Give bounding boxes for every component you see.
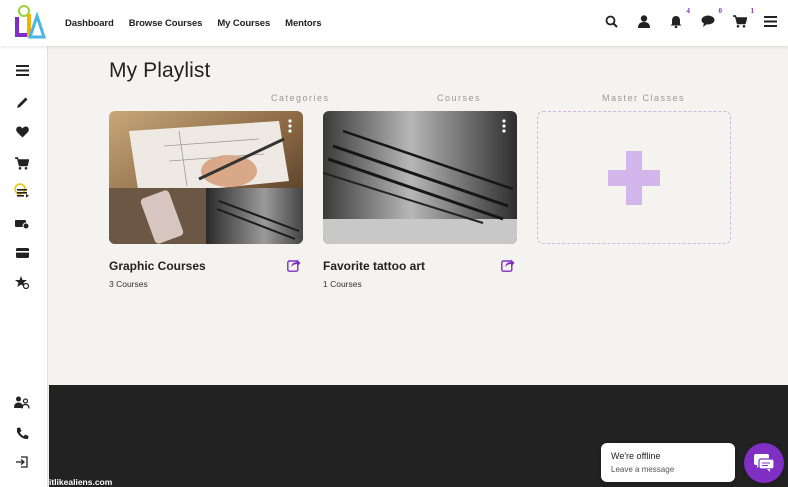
notification-count-badge: 4 bbox=[686, 7, 691, 15]
menu-icon[interactable] bbox=[762, 13, 778, 29]
nav-my-courses[interactable]: My Courses bbox=[217, 18, 270, 29]
chat-status-title: We're offline bbox=[611, 451, 661, 461]
playlist-thumbnail[interactable] bbox=[109, 111, 303, 244]
cart-count-badge: 1 bbox=[750, 7, 755, 15]
playlist-card[interactable]: Favorite tattoo art 1 Courses bbox=[323, 111, 517, 289]
star-icon[interactable] bbox=[14, 274, 30, 290]
nav-dashboard[interactable]: Dashboard bbox=[65, 18, 114, 29]
page-title: My Playlist bbox=[109, 59, 211, 82]
share-icon[interactable] bbox=[501, 258, 515, 272]
plus-icon bbox=[608, 150, 660, 205]
share-icon[interactable] bbox=[287, 258, 301, 272]
pencil-icon[interactable] bbox=[14, 94, 30, 110]
footer-heading-courses: Courses bbox=[437, 93, 482, 103]
more-options-icon[interactable] bbox=[501, 119, 507, 133]
ticket-icon[interactable] bbox=[14, 216, 30, 232]
logo[interactable] bbox=[12, 4, 46, 40]
chat-open-button[interactable] bbox=[744, 443, 784, 483]
heart-icon[interactable] bbox=[14, 124, 30, 140]
users-icon[interactable] bbox=[14, 394, 30, 410]
main-nav: Dashboard Browse Courses My Courses Ment… bbox=[65, 0, 336, 46]
card-icon[interactable] bbox=[14, 245, 30, 261]
chat-status-subtitle: Leave a message bbox=[611, 465, 675, 474]
bell-icon[interactable]: 4 bbox=[668, 7, 690, 29]
logout-icon[interactable] bbox=[14, 454, 30, 470]
add-playlist-button[interactable] bbox=[537, 111, 731, 244]
playlist-thumbnail[interactable] bbox=[323, 111, 517, 244]
user-icon[interactable] bbox=[636, 13, 652, 29]
top-bar: Dashboard Browse Courses My Courses Ment… bbox=[0, 0, 788, 46]
sidebar-menu-icon[interactable] bbox=[14, 62, 30, 78]
chat-widget-message[interactable]: We're offline Leave a message bbox=[601, 443, 735, 482]
footer-heading-master-classes: Master Classes bbox=[602, 93, 686, 103]
messages-count-badge: 0 bbox=[718, 7, 723, 15]
playlist-course-count: 1 Courses bbox=[323, 279, 362, 289]
playlist-icon[interactable] bbox=[14, 183, 30, 199]
playlist-card[interactable]: Graphic Courses 3 Courses bbox=[109, 111, 303, 289]
phone-icon[interactable] bbox=[14, 425, 30, 441]
cart-icon[interactable]: 1 bbox=[732, 7, 754, 29]
playlist-title[interactable]: Graphic Courses bbox=[109, 259, 206, 273]
nav-mentors[interactable]: Mentors bbox=[285, 18, 321, 29]
chat-bubble-icon bbox=[754, 454, 774, 472]
messages-icon[interactable]: 0 bbox=[700, 7, 722, 29]
footer-site-link[interactable]: itlikealiens.com bbox=[49, 477, 112, 487]
playlist-title[interactable]: Favorite tattoo art bbox=[323, 259, 425, 273]
footer-heading-categories: Categories bbox=[271, 93, 330, 103]
more-options-icon[interactable] bbox=[287, 119, 293, 133]
sidebar bbox=[0, 46, 48, 487]
nav-browse-courses[interactable]: Browse Courses bbox=[129, 18, 203, 29]
search-icon[interactable] bbox=[603, 13, 619, 29]
playlist-course-count: 3 Courses bbox=[109, 279, 148, 289]
sidebar-cart-icon[interactable] bbox=[14, 155, 30, 171]
